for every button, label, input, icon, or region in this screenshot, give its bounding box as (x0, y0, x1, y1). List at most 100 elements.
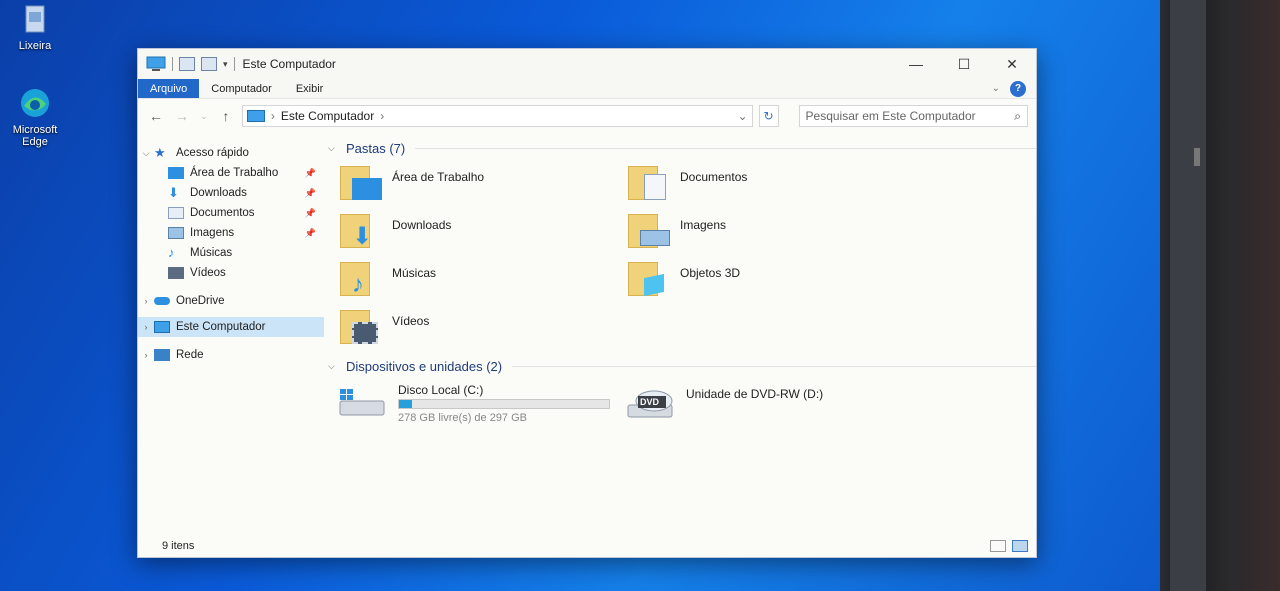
bezel-notch (1194, 148, 1200, 166)
download-arrow-icon: ⬇ (168, 185, 179, 200)
breadcrumb-este-computador[interactable]: Este Computador (281, 109, 374, 123)
explorer-window: ▾ Este Computador — ☐ ✕ Arquivo Computad… (137, 48, 1037, 558)
chevron-down-icon[interactable]: ⌵ (328, 361, 346, 372)
nav-item-label: Rede (176, 349, 204, 361)
nav-item-acesso-rapido[interactable]: ⌵ ★ Acesso rápido (138, 143, 324, 163)
chevron-down-icon[interactable]: ⌄ (738, 109, 748, 123)
ribbon-tabs: Arquivo Computador Exibir ⌄ ? (138, 79, 1036, 99)
music-note-icon: ♪ (168, 245, 175, 260)
window-title: Este Computador (242, 57, 336, 71)
computer-icon (146, 56, 166, 71)
group-title: Dispositivos e unidades (2) (346, 358, 503, 374)
hard-drive-icon (338, 387, 388, 423)
folder-label: Músicas (392, 266, 437, 280)
forward-button[interactable]: → (172, 108, 192, 124)
chevron-down-icon[interactable]: ⌄ (992, 83, 1000, 94)
title-bar[interactable]: ▾ Este Computador — ☐ ✕ (138, 49, 1036, 79)
drive-free-space: 278 GB livre(s) de 297 GB (398, 412, 528, 424)
help-button[interactable]: ? (1010, 80, 1026, 97)
toolbar-separator (233, 57, 235, 71)
search-icon: ⌕ (1014, 108, 1021, 123)
folder-grid: Área de Trabalho Documentos ⬇ Downloads … (338, 159, 1036, 351)
nav-item-onedrive[interactable]: › OneDrive (138, 291, 324, 311)
group-header-pastas[interactable]: ⌵ Pastas (7) (328, 137, 1036, 159)
properties-icon[interactable] (179, 57, 195, 71)
desktop-icon-label: Lixeira (18, 40, 52, 52)
document-icon (168, 207, 184, 219)
recent-locations-button[interactable]: ⌄ (198, 111, 210, 122)
chevron-down-icon[interactable]: ⌵ (138, 148, 154, 159)
drive-name: Unidade de DVD-RW (D:) (686, 387, 824, 401)
documents-folder-icon (626, 164, 670, 202)
nav-item-label: OneDrive (176, 295, 225, 307)
desktop-icon-edge[interactable]: Microsoft Edge (0, 86, 70, 148)
pin-icon: 📌 (304, 167, 316, 178)
tab-arquivo[interactable]: Arquivo (138, 79, 200, 98)
breadcrumb-separator: › (270, 109, 275, 123)
folder-item-documentos[interactable]: Documentos (626, 159, 914, 207)
folder-item-area-de-trabalho[interactable]: Área de Trabalho (338, 159, 626, 207)
nav-item-musicas[interactable]: ♪ Músicas (138, 243, 324, 263)
desktop-icon-label: Microsoft Edge (12, 124, 58, 148)
minimize-button[interactable]: — (892, 49, 940, 79)
customize-toolbar-icon[interactable]: ▾ (223, 59, 228, 70)
explorer-body: ⌵ ★ Acesso rápido Área de Trabalho 📌 ⬇ D… (138, 135, 1036, 537)
back-button[interactable]: ← (146, 108, 166, 124)
breadcrumb-separator: › (380, 109, 385, 123)
group-title: Pastas (7) (346, 140, 406, 156)
drive-usage-fill (399, 400, 413, 408)
folder-item-musicas[interactable]: ♪ Músicas (338, 255, 626, 303)
nav-item-imagens[interactable]: Imagens 📌 (138, 223, 324, 243)
new-folder-icon[interactable] (201, 57, 217, 71)
tab-exibir[interactable]: Exibir (284, 79, 336, 98)
nav-item-label: Acesso rápido (176, 147, 249, 159)
pin-icon: 📌 (304, 187, 316, 198)
folder-label: Documentos (680, 170, 748, 184)
folder-label: Vídeos (392, 314, 430, 328)
folder-item-imagens[interactable]: Imagens (626, 207, 914, 255)
picture-icon (168, 227, 184, 239)
nav-item-downloads[interactable]: ⬇ Downloads 📌 (138, 183, 324, 203)
maximize-button[interactable]: ☐ (940, 49, 988, 79)
monitor-bezel (1160, 0, 1280, 591)
group-header-dispositivos[interactable]: ⌵ Dispositivos e unidades (2) (328, 355, 1036, 377)
nav-item-label: Downloads (190, 187, 247, 199)
group-divider (512, 365, 1036, 367)
folder-label: Objetos 3D (680, 266, 741, 280)
drive-usage-bar (398, 399, 610, 409)
search-input[interactable]: Pesquisar em Este Computador ⌕ (798, 105, 1028, 127)
nav-item-label: Vídeos (190, 267, 226, 279)
details-view-icon[interactable] (990, 540, 1006, 552)
folder-item-objetos-3d[interactable]: Objetos 3D (626, 255, 914, 303)
folder-label: Imagens (680, 218, 727, 232)
edge-icon (21, 89, 49, 117)
chevron-right-icon[interactable]: › (138, 296, 154, 306)
drive-item-d[interactable]: DVD Unidade de DVD-RW (D:) (626, 383, 914, 431)
status-bar: 9 itens (138, 535, 1036, 557)
chevron-right-icon[interactable]: › (138, 350, 154, 360)
nav-item-area-de-trabalho[interactable]: Área de Trabalho 📌 (138, 163, 324, 183)
large-icons-view-icon[interactable] (1012, 540, 1028, 552)
chevron-right-icon[interactable]: › (138, 322, 154, 332)
address-input[interactable]: › Este Computador › ⌄ (241, 105, 753, 127)
folder-item-downloads[interactable]: ⬇ Downloads (338, 207, 626, 255)
tab-computador[interactable]: Computador (199, 79, 284, 98)
nav-item-label: Documentos (190, 207, 255, 219)
up-button[interactable]: ↑ (216, 108, 236, 124)
nav-item-label: Área de Trabalho (190, 167, 279, 179)
close-button[interactable]: ✕ (988, 49, 1036, 79)
drive-item-c[interactable]: Disco Local (C:) 278 GB livre(s) de 297 … (338, 383, 626, 431)
desktop-icon-recycle-bin[interactable]: Lixeira (0, 2, 70, 52)
nav-item-videos[interactable]: Vídeos (138, 263, 324, 283)
nav-item-label: Este Computador (176, 321, 266, 333)
pin-icon: 📌 (304, 227, 316, 238)
nav-item-rede[interactable]: › Rede (138, 345, 324, 365)
refresh-button[interactable]: ↻ (758, 105, 779, 127)
desktop-folder-icon (338, 164, 382, 202)
nav-item-este-computador[interactable]: › Este Computador (138, 317, 324, 337)
chevron-down-icon[interactable]: ⌵ (328, 143, 346, 154)
quick-access-toolbar: ▾ (146, 56, 235, 72)
nav-item-documentos[interactable]: Documentos 📌 (138, 203, 324, 223)
folder-item-videos[interactable]: Vídeos (338, 303, 626, 351)
network-icon (154, 349, 170, 361)
